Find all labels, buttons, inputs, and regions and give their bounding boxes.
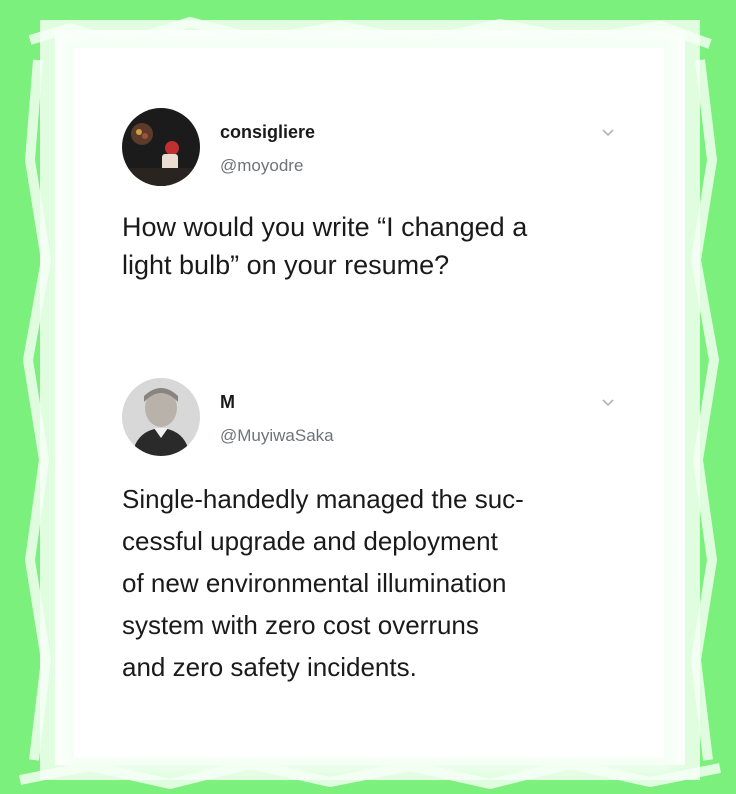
- tweet-screenshot-card: consigliere @moyodre How would you write…: [74, 48, 664, 758]
- user-handle[interactable]: @MuyiwaSaka: [220, 426, 334, 446]
- profile-avatar-icon[interactable]: [122, 378, 200, 456]
- display-name[interactable]: consigliere: [220, 122, 315, 143]
- tweet-text: Single-handedly managed the suc- cessful…: [122, 484, 524, 682]
- display-name[interactable]: M: [220, 392, 235, 413]
- chevron-down-icon[interactable]: [598, 392, 618, 412]
- user-handle[interactable]: @moyodre: [220, 156, 303, 176]
- chevron-down-icon[interactable]: [598, 122, 618, 142]
- tweet-text: How would you write “I changed a light b…: [122, 212, 528, 280]
- profile-avatar-icon[interactable]: [122, 108, 200, 186]
